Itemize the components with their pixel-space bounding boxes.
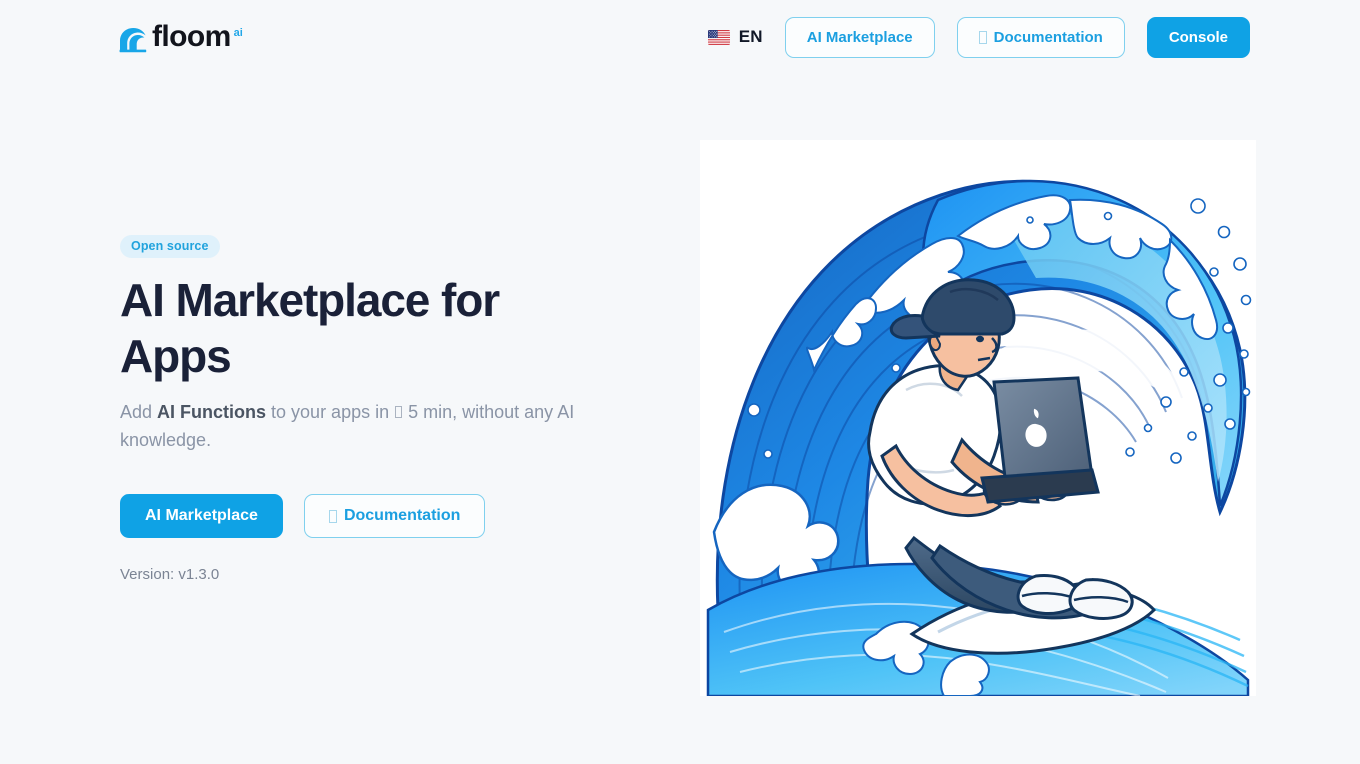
us-flag-icon (707, 29, 730, 45)
hero-subtitle: Add AI Functions to your apps in 5 min, … (120, 398, 590, 454)
cta-ai-marketplace-button[interactable]: AI Marketplace (120, 494, 283, 538)
nav-console-button[interactable]: Console (1146, 16, 1250, 58)
subtitle-emphasis: AI Functions (157, 402, 267, 422)
hero-cta-row: AI Marketplace Documentation (120, 494, 600, 538)
hero-content: Open source AI Marketplace for Apps Add … (0, 235, 600, 603)
language-selector[interactable]: EN (707, 27, 763, 47)
version-label: Version: v1.3.0 (120, 566, 220, 583)
missing-glyph-icon (978, 30, 987, 44)
nav-documentation-label: Documentation (993, 28, 1103, 46)
open-source-badge: Open source (120, 235, 220, 258)
subtitle-middle: to your apps in (266, 402, 395, 422)
nav-ai-marketplace-button[interactable]: AI Marketplace (784, 16, 935, 58)
primary-navigation: EN AI Marketplace Documentation Console (707, 16, 1250, 58)
site-header: floom ai EN AI Marketplace Documentation… (0, 0, 1360, 74)
brand-superscript: ai (233, 26, 243, 39)
surfer-illustration-svg (700, 140, 1256, 696)
cta-documentation-button[interactable]: Documentation (303, 494, 486, 538)
page-title: AI Marketplace for Apps (120, 274, 500, 382)
missing-glyph-icon (328, 509, 337, 523)
brand-logo[interactable]: floom ai (118, 19, 243, 54)
cta-ai-marketplace-label: AI Marketplace (145, 507, 258, 524)
surfer-with-laptop-illustration (700, 140, 1256, 696)
subtitle-prefix: Add (120, 402, 158, 422)
brand-wordmark: floom (152, 19, 231, 53)
missing-glyph-icon (395, 406, 403, 418)
cta-documentation-label: Documentation (343, 507, 461, 524)
wave-logo-icon (119, 27, 147, 52)
nav-documentation-button[interactable]: Documentation (956, 16, 1125, 58)
nav-console-label: Console (1168, 28, 1228, 46)
hero-section: Open source AI Marketplace for Apps Add … (0, 74, 1360, 764)
nav-ai-marketplace-label: AI Marketplace (806, 28, 913, 46)
language-label: EN (738, 27, 763, 46)
landing-page: floom ai EN AI Marketplace Documentation… (0, 0, 1360, 764)
